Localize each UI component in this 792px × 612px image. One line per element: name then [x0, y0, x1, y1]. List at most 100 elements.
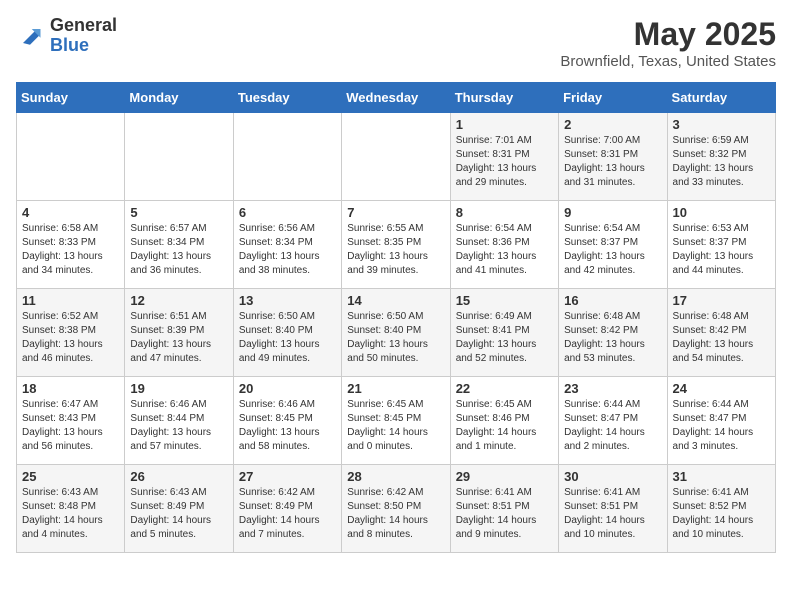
calendar-cell: 11 Sunrise: 6:52 AMSunset: 8:38 PMDayligh… [17, 289, 125, 377]
day-info: Sunrise: 6:43 AMSunset: 8:48 PMDaylight:… [22, 486, 119, 542]
day-number: 4 [22, 205, 119, 220]
day-number: 3 [673, 117, 770, 132]
day-number: 2 [564, 117, 661, 132]
calendar-cell: 16 Sunrise: 6:48 AMSunset: 8:42 PMDayligh… [559, 289, 667, 377]
day-info: Sunrise: 6:58 AMSunset: 8:33 PMDaylight:… [22, 222, 119, 278]
calendar-cell: 23 Sunrise: 6:44 AMSunset: 8:47 PMDayligh… [559, 377, 667, 465]
calendar-cell [342, 113, 450, 201]
day-number: 1 [456, 117, 553, 132]
day-info: Sunrise: 6:41 AMSunset: 8:52 PMDaylight:… [673, 486, 770, 542]
day-number: 21 [347, 381, 444, 396]
day-number: 16 [564, 293, 661, 308]
calendar-cell: 13Sunrise: 6:50 AMSunset: 8:40 PMDayligh… [233, 289, 341, 377]
day-info: Sunrise: 6:59 AMSunset: 8:32 PMDaylight:… [673, 134, 770, 190]
calendar-cell: 20 Sunrise: 6:46 AMSunset: 8:45 PMDayligh… [233, 377, 341, 465]
day-number: 23 [564, 381, 661, 396]
day-number: 25 [22, 469, 119, 484]
calendar-cell: 30 Sunrise: 6:41 AMSunset: 8:51 PMDayligh… [559, 465, 667, 553]
day-info: Sunrise: 7:00 AMSunset: 8:31 PMDaylight:… [564, 134, 661, 190]
calendar-cell: 21 Sunrise: 6:45 AMSunset: 8:45 PMDayligh… [342, 377, 450, 465]
calendar-cell: 2 Sunrise: 7:00 AMSunset: 8:31 PMDaylight… [559, 113, 667, 201]
day-info: Sunrise: 6:42 AMSunset: 8:49 PMDaylight:… [239, 486, 336, 542]
day-info: Sunrise: 6:54 AMSunset: 8:37 PMDaylight:… [564, 222, 661, 278]
day-info: Sunrise: 6:45 AMSunset: 8:46 PMDaylight:… [456, 398, 553, 454]
day-info: Sunrise: 6:46 AMSunset: 8:45 PMDaylight:… [239, 398, 336, 454]
header-day-tuesday: Tuesday [233, 83, 341, 113]
day-info: Sunrise: 6:45 AMSunset: 8:45 PMDaylight:… [347, 398, 444, 454]
day-info: Sunrise: 6:50 AMSunset: 8:40 PMDaylight:… [347, 310, 444, 366]
day-number: 30 [564, 469, 661, 484]
day-info: Sunrise: 6:48 AMSunset: 8:42 PMDaylight:… [673, 310, 770, 366]
calendar-cell [17, 113, 125, 201]
calendar-cell: 8 Sunrise: 6:54 AMSunset: 8:36 PMDaylight… [450, 201, 558, 289]
calendar-cell: 17 Sunrise: 6:48 AMSunset: 8:42 PMDayligh… [667, 289, 775, 377]
header-day-saturday: Saturday [667, 83, 775, 113]
day-number: 17 [673, 293, 770, 308]
day-info: Sunrise: 6:48 AMSunset: 8:42 PMDaylight:… [564, 310, 661, 366]
day-info: Sunrise: 6:49 AMSunset: 8:41 PMDaylight:… [456, 310, 553, 366]
day-info: Sunrise: 6:46 AMSunset: 8:44 PMDaylight:… [130, 398, 227, 454]
logo-blue-text: Blue [50, 36, 117, 56]
day-number: 14 [347, 293, 444, 308]
calendar-cell: 12 Sunrise: 6:51 AMSunset: 8:39 PMDayligh… [125, 289, 233, 377]
calendar-cell: 14 Sunrise: 6:50 AMSunset: 8:40 PMDayligh… [342, 289, 450, 377]
week-row-3: 11 Sunrise: 6:52 AMSunset: 8:38 PMDayligh… [17, 289, 776, 377]
calendar-body: 1 Sunrise: 7:01 AMSunset: 8:31 PMDaylight… [17, 113, 776, 553]
day-number: 9 [564, 205, 661, 220]
logo: General Blue [16, 16, 117, 56]
day-info: Sunrise: 6:41 AMSunset: 8:51 PMDaylight:… [456, 486, 553, 542]
calendar-cell: 4 Sunrise: 6:58 AMSunset: 8:33 PMDaylight… [17, 201, 125, 289]
day-number: 5 [130, 205, 227, 220]
day-number: 11 [22, 293, 119, 308]
day-info: Sunrise: 6:54 AMSunset: 8:36 PMDaylight:… [456, 222, 553, 278]
week-row-5: 25 Sunrise: 6:43 AMSunset: 8:48 PMDayligh… [17, 465, 776, 553]
calendar-cell: 3 Sunrise: 6:59 AMSunset: 8:32 PMDaylight… [667, 113, 775, 201]
calendar-cell: 31Sunrise: 6:41 AMSunset: 8:52 PMDayligh… [667, 465, 775, 553]
day-number: 13 [239, 293, 336, 308]
day-number: 12 [130, 293, 227, 308]
calendar-cell: 26 Sunrise: 6:43 AMSunset: 8:49 PMDayligh… [125, 465, 233, 553]
calendar-cell: 5 Sunrise: 6:57 AMSunset: 8:34 PMDaylight… [125, 201, 233, 289]
page-header: General Blue May 2025 Brownfield, Texas,… [16, 16, 776, 70]
calendar-cell: 28Sunrise: 6:42 AMSunset: 8:50 PMDayligh… [342, 465, 450, 553]
day-info: Sunrise: 6:52 AMSunset: 8:38 PMDaylight:… [22, 310, 119, 366]
day-info: Sunrise: 6:41 AMSunset: 8:51 PMDaylight:… [564, 486, 661, 542]
calendar-table: SundayMondayTuesdayWednesdayThursdayFrid… [16, 82, 776, 553]
day-info: Sunrise: 6:43 AMSunset: 8:49 PMDaylight:… [130, 486, 227, 542]
day-info: Sunrise: 7:01 AMSunset: 8:31 PMDaylight:… [456, 134, 553, 190]
week-row-1: 1 Sunrise: 7:01 AMSunset: 8:31 PMDaylight… [17, 113, 776, 201]
day-number: 19 [130, 381, 227, 396]
header-day-thursday: Thursday [450, 83, 558, 113]
calendar-cell: 10 Sunrise: 6:53 AMSunset: 8:37 PMDayligh… [667, 201, 775, 289]
day-number: 6 [239, 205, 336, 220]
week-row-4: 18Sunrise: 6:47 AMSunset: 8:43 PMDayligh… [17, 377, 776, 465]
day-number: 20 [239, 381, 336, 396]
day-info: Sunrise: 6:51 AMSunset: 8:39 PMDaylight:… [130, 310, 227, 366]
calendar-location: Brownfield, Texas, United States [560, 53, 776, 70]
calendar-header: SundayMondayTuesdayWednesdayThursdayFrid… [17, 83, 776, 113]
calendar-cell: 29 Sunrise: 6:41 AMSunset: 8:51 PMDayligh… [450, 465, 558, 553]
calendar-cell: 9 Sunrise: 6:54 AMSunset: 8:37 PMDaylight… [559, 201, 667, 289]
calendar-title: May 2025 [560, 16, 776, 53]
day-info: Sunrise: 6:44 AMSunset: 8:47 PMDaylight:… [564, 398, 661, 454]
day-info: Sunrise: 6:53 AMSunset: 8:37 PMDaylight:… [673, 222, 770, 278]
day-number: 27 [239, 469, 336, 484]
header-row: SundayMondayTuesdayWednesdayThursdayFrid… [17, 83, 776, 113]
header-day-friday: Friday [559, 83, 667, 113]
calendar-cell: 15Sunrise: 6:49 AMSunset: 8:41 PMDayligh… [450, 289, 558, 377]
logo-text: General Blue [50, 16, 117, 56]
header-day-monday: Monday [125, 83, 233, 113]
day-number: 22 [456, 381, 553, 396]
calendar-cell [233, 113, 341, 201]
logo-general-text: General [50, 16, 117, 36]
calendar-cell: 18Sunrise: 6:47 AMSunset: 8:43 PMDayligh… [17, 377, 125, 465]
day-number: 10 [673, 205, 770, 220]
header-day-wednesday: Wednesday [342, 83, 450, 113]
calendar-cell: 1 Sunrise: 7:01 AMSunset: 8:31 PMDaylight… [450, 113, 558, 201]
calendar-cell: 27 Sunrise: 6:42 AMSunset: 8:49 PMDayligh… [233, 465, 341, 553]
day-number: 26 [130, 469, 227, 484]
day-info: Sunrise: 6:57 AMSunset: 8:34 PMDaylight:… [130, 222, 227, 278]
day-number: 8 [456, 205, 553, 220]
day-number: 29 [456, 469, 553, 484]
calendar-cell: 25 Sunrise: 6:43 AMSunset: 8:48 PMDayligh… [17, 465, 125, 553]
